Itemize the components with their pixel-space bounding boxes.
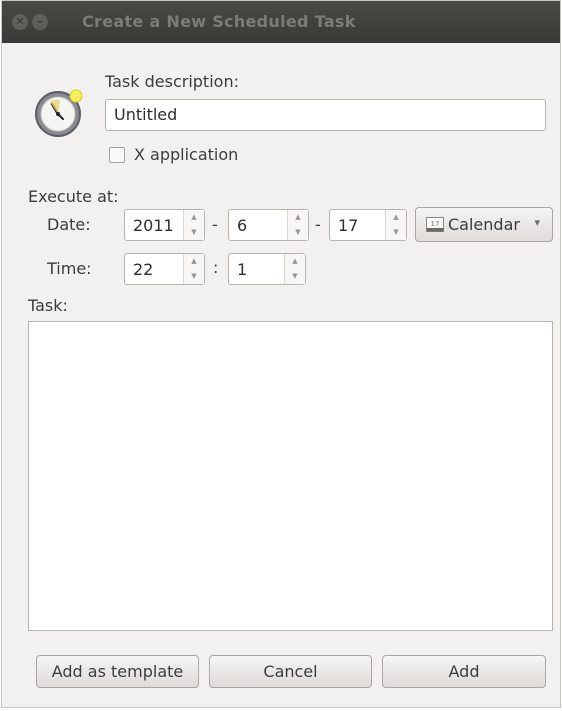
task-description-label: Task description: — [105, 72, 239, 91]
x-application-checkbox[interactable] — [109, 147, 125, 163]
close-icon: ✕ — [15, 15, 25, 28]
spin-up-icon[interactable]: ▲ — [285, 254, 305, 269]
minute-spin-arrows[interactable]: ▲ ▼ — [284, 254, 305, 284]
minimize-icon: – — [37, 15, 43, 28]
hour-spin-arrows[interactable]: ▲ ▼ — [183, 254, 204, 284]
calendar-icon: 17 — [426, 217, 444, 232]
spin-down-icon[interactable]: ▼ — [184, 225, 204, 240]
spin-down-icon[interactable]: ▼ — [285, 269, 305, 284]
task-description-input[interactable]: Untitled — [105, 99, 546, 131]
x-application-label[interactable]: X application — [134, 145, 238, 164]
calendar-button-label: Calendar — [448, 215, 520, 234]
cancel-button[interactable]: Cancel — [209, 655, 372, 688]
date-label: Date: — [47, 215, 91, 234]
add-button[interactable]: Add — [382, 655, 546, 688]
month-spin-arrows[interactable]: ▲ ▼ — [287, 210, 308, 240]
month-value: 6 — [237, 216, 248, 235]
minute-spinner[interactable]: 1 ▲ ▼ — [228, 253, 306, 285]
execute-at-label: Execute at: — [28, 187, 119, 206]
date-separator: - — [315, 215, 321, 234]
close-button[interactable]: ✕ — [12, 14, 28, 30]
spin-up-icon[interactable]: ▲ — [386, 210, 406, 225]
hour-spinner[interactable]: 22 ▲ ▼ — [124, 253, 205, 285]
spin-up-icon[interactable]: ▲ — [184, 254, 204, 269]
day-spinner[interactable]: 17 ▲ ▼ — [329, 209, 407, 241]
task-label: Task: — [28, 296, 68, 315]
spin-down-icon[interactable]: ▼ — [288, 225, 308, 240]
calendar-icon-day: 17 — [431, 220, 440, 228]
chevron-down-icon: ▾ — [534, 216, 540, 229]
calendar-button[interactable]: 17 Calendar ▾ — [415, 207, 553, 242]
spin-up-icon[interactable]: ▲ — [288, 210, 308, 225]
task-command-textarea[interactable] — [28, 321, 553, 631]
month-spinner[interactable]: 6 ▲ ▼ — [228, 209, 309, 241]
spin-up-icon[interactable]: ▲ — [184, 210, 204, 225]
day-value: 17 — [338, 216, 359, 235]
day-spin-arrows[interactable]: ▲ ▼ — [385, 210, 406, 240]
time-separator: : — [213, 258, 219, 277]
spin-down-icon[interactable]: ▼ — [184, 269, 204, 284]
title-bar: ✕ – Create a New Scheduled Task — [2, 1, 560, 43]
year-spinner[interactable]: 2011 ▲ ▼ — [124, 209, 205, 241]
minimize-button[interactable]: – — [32, 14, 48, 30]
clock-icon — [35, 89, 83, 137]
year-value: 2011 — [133, 216, 174, 235]
year-spin-arrows[interactable]: ▲ ▼ — [183, 210, 204, 240]
task-description-value: Untitled — [114, 105, 178, 124]
hour-value: 22 — [133, 260, 154, 279]
time-label: Time: — [47, 259, 92, 278]
window-title: Create a New Scheduled Task — [82, 12, 356, 31]
minute-value: 1 — [237, 260, 248, 279]
add-as-template-button[interactable]: Add as template — [36, 655, 199, 688]
date-separator: - — [212, 215, 218, 234]
scheduled-task-dialog: ✕ – Create a New Scheduled Task Task des… — [1, 0, 561, 708]
spin-down-icon[interactable]: ▼ — [386, 225, 406, 240]
